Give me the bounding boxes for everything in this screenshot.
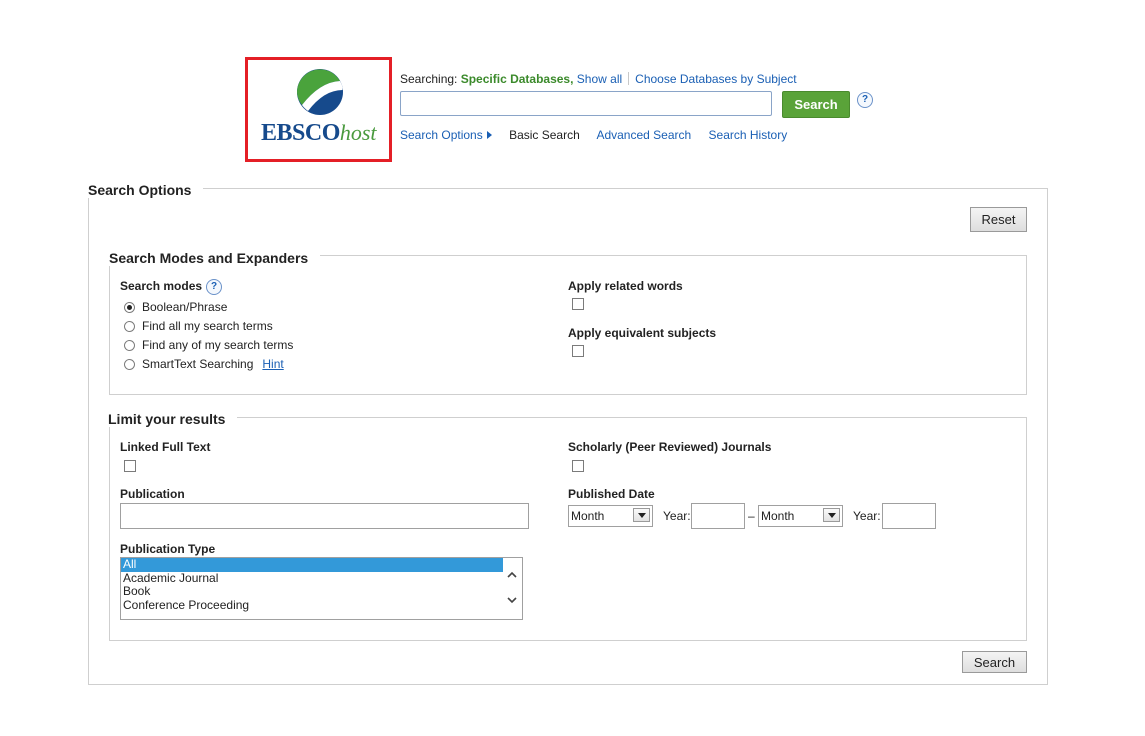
main-search-input[interactable] [400, 91, 772, 116]
year-to-input[interactable] [882, 503, 936, 529]
mode-smarttext[interactable]: SmartText Searching Hint [124, 357, 284, 371]
search-options-title: Search Options [88, 182, 204, 198]
linked-full-text-label: Linked Full Text [120, 440, 211, 454]
date-range-dash: – [748, 509, 755, 523]
month-from-value: Month [571, 509, 605, 523]
apply-related-words-checkbox[interactable] [572, 298, 584, 310]
hint-link[interactable]: Hint [262, 357, 283, 371]
publication-type-option[interactable]: Book [121, 584, 503, 599]
year-from-input[interactable] [691, 503, 745, 529]
mode-boolean-phrase[interactable]: Boolean/Phrase [124, 300, 227, 314]
reset-button[interactable]: Reset [970, 207, 1027, 232]
scholarly-journals-checkbox[interactable] [572, 460, 584, 472]
search-modes-help-icon[interactable]: ? [206, 279, 222, 295]
search-modes-label: Search modes [120, 279, 203, 293]
logo-wordmark: EBSCOhost [261, 120, 377, 146]
limit-results-title: Limit your results [108, 411, 238, 427]
apply-equivalent-subjects-label: Apply equivalent subjects [568, 326, 717, 340]
radio-icon[interactable] [124, 320, 135, 332]
bottom-search-button[interactable]: Search [962, 651, 1027, 673]
ebsco-globe-icon [297, 69, 343, 115]
year-from-label: Year: [663, 509, 691, 523]
publication-type-option[interactable]: Academic Journal [121, 571, 503, 586]
publication-type-label: Publication Type [120, 542, 216, 556]
publication-type-option[interactable]: Conference Proceeding [121, 598, 503, 613]
search-options-label: Search Options [400, 128, 483, 142]
search-nav: Search Options Basic Search Advanced Sea… [400, 128, 801, 142]
show-all-link[interactable]: Show all [577, 72, 622, 86]
mode-find-any[interactable]: Find any of my search terms [124, 338, 293, 352]
database-selection: Specific Databases, [460, 72, 574, 86]
publication-type-option[interactable]: All [121, 558, 503, 572]
advanced-search-link[interactable]: Advanced Search [596, 128, 691, 142]
mode-label: Find any of my search terms [142, 338, 294, 352]
mode-find-all[interactable]: Find all my search terms [124, 319, 273, 333]
radio-icon[interactable] [124, 358, 135, 370]
separator [628, 72, 630, 85]
month-to-select[interactable]: Month [758, 505, 843, 527]
searching-label: Searching: [400, 72, 458, 86]
scholarly-journals-label: Scholarly (Peer Reviewed) Journals [568, 440, 772, 454]
triangle-right-icon [486, 131, 492, 139]
radio-icon[interactable] [124, 339, 135, 351]
mode-label: SmartText Searching [142, 357, 254, 371]
scroll-up-icon[interactable] [507, 570, 517, 580]
mode-label: Find all my search terms [142, 319, 273, 333]
publication-type-listbox[interactable]: All Academic Journal Book Conference Pro… [120, 557, 523, 620]
month-from-select[interactable]: Month [568, 505, 653, 527]
search-history-link[interactable]: Search History [709, 128, 788, 142]
radio-selected-icon[interactable] [124, 301, 135, 313]
searching-line: Searching: Specific Databases, Show all C… [400, 72, 797, 86]
search-modes-title: Search Modes and Expanders [109, 250, 321, 266]
search-options-link[interactable]: Search Options [400, 128, 492, 142]
published-date-label: Published Date [568, 487, 655, 501]
month-to-value: Month [761, 509, 795, 523]
ebscohost-logo[interactable]: EBSCOhost [245, 57, 392, 162]
mode-label: Boolean/Phrase [142, 300, 228, 314]
apply-equivalent-subjects-checkbox[interactable] [572, 345, 584, 357]
basic-search-tab[interactable]: Basic Search [509, 128, 580, 142]
linked-full-text-checkbox[interactable] [124, 460, 136, 472]
apply-related-words-label: Apply related words [568, 279, 683, 293]
publication-label: Publication [120, 487, 185, 501]
publication-input[interactable] [120, 503, 529, 529]
main-search-button[interactable]: Search [782, 91, 850, 118]
choose-databases-link[interactable]: Choose Databases by Subject [635, 72, 796, 86]
scroll-down-icon[interactable] [507, 595, 517, 605]
help-icon[interactable]: ? [857, 92, 873, 108]
year-to-label: Year: [853, 509, 881, 523]
chevron-down-icon[interactable] [823, 508, 840, 522]
chevron-down-icon[interactable] [633, 508, 650, 522]
